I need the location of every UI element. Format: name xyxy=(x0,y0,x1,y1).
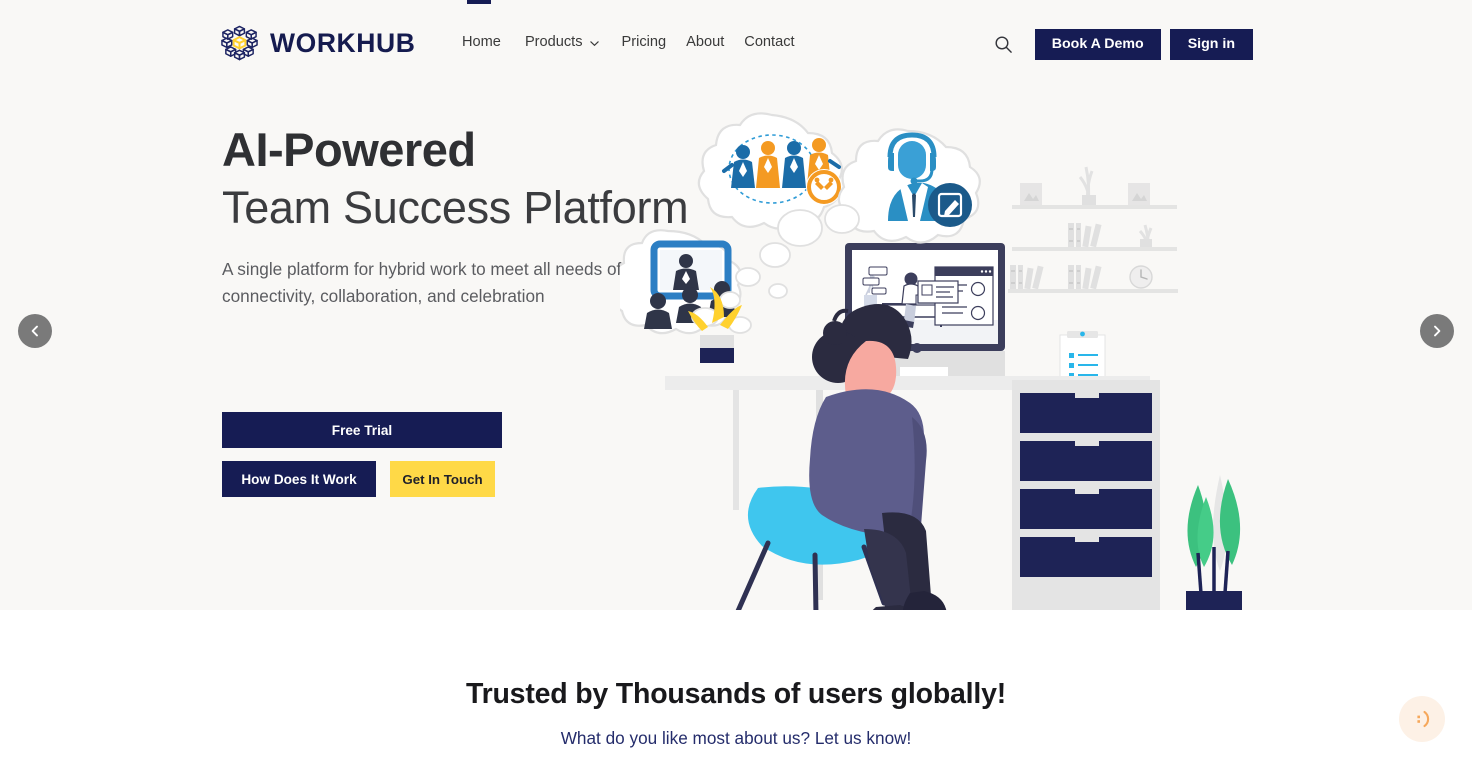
thought-bubble-meeting xyxy=(620,229,742,335)
nav-item-home[interactable]: Home xyxy=(462,34,525,50)
trusted-section: Trusted by Thousands of users globally! … xyxy=(0,610,1472,768)
trusted-subheading: What do you like most about us? Let us k… xyxy=(560,728,912,748)
hero-secondary-actions: How Does It Work Get In Touch xyxy=(222,461,495,497)
hero-section: WORKHUB Home Products Pricing About Cont… xyxy=(0,0,1472,610)
brand-logo[interactable]: WORKHUB xyxy=(220,24,416,63)
main-navigation: Home Products Pricing About Contact xyxy=(462,34,815,50)
how-does-it-work-button[interactable]: How Does It Work xyxy=(222,461,376,497)
thought-bubble-support xyxy=(837,128,981,244)
chevron-down-icon xyxy=(589,40,599,46)
search-button[interactable] xyxy=(989,30,1019,60)
smiley-feedback-icon xyxy=(1417,710,1430,728)
page-root: WORKHUB Home Products Pricing About Cont… xyxy=(0,0,1472,768)
search-icon xyxy=(995,36,1013,53)
nav-item-about[interactable]: About xyxy=(686,34,744,50)
get-in-touch-button[interactable]: Get In Touch xyxy=(390,461,495,497)
nav-item-pricing[interactable]: Pricing xyxy=(622,34,687,50)
carousel-prev-button[interactable] xyxy=(18,314,52,348)
desk-leg-left xyxy=(733,390,739,510)
book-demo-button[interactable]: Book A Demo xyxy=(1034,29,1161,60)
free-trial-button[interactable]: Free Trial xyxy=(222,412,502,448)
woman-at-desk-illustration xyxy=(620,112,1242,610)
hero-subtitle: A single platform for hybrid work to mee… xyxy=(222,259,622,306)
nav-item-contact[interactable]: Contact xyxy=(744,34,814,50)
drawer-cabinet xyxy=(1012,380,1160,610)
nav-item-products-label: Products xyxy=(524,34,583,50)
cube-cluster-logo-icon xyxy=(221,25,258,61)
chevron-right-icon xyxy=(1434,325,1441,337)
brand-name: WORKHUB xyxy=(270,28,416,59)
top-partial-bar xyxy=(467,0,491,4)
site-header: WORKHUB Home Products Pricing About Cont… xyxy=(0,0,1472,88)
nav-item-products[interactable]: Products xyxy=(525,34,622,50)
thought-bubble-team xyxy=(697,112,843,230)
sign-in-button[interactable]: Sign in xyxy=(1169,29,1253,60)
feedback-button[interactable] xyxy=(1399,696,1445,742)
trusted-heading: Trusted by Thousands of users globally! xyxy=(465,678,1007,710)
wall-shelves xyxy=(1008,166,1178,293)
potted-tree xyxy=(1186,475,1242,610)
header-actions: Book A Demo Sign in xyxy=(989,29,1253,60)
carousel-next-button[interactable] xyxy=(1420,314,1454,348)
hero-illustration xyxy=(620,95,1300,610)
chevron-left-icon xyxy=(31,325,38,337)
